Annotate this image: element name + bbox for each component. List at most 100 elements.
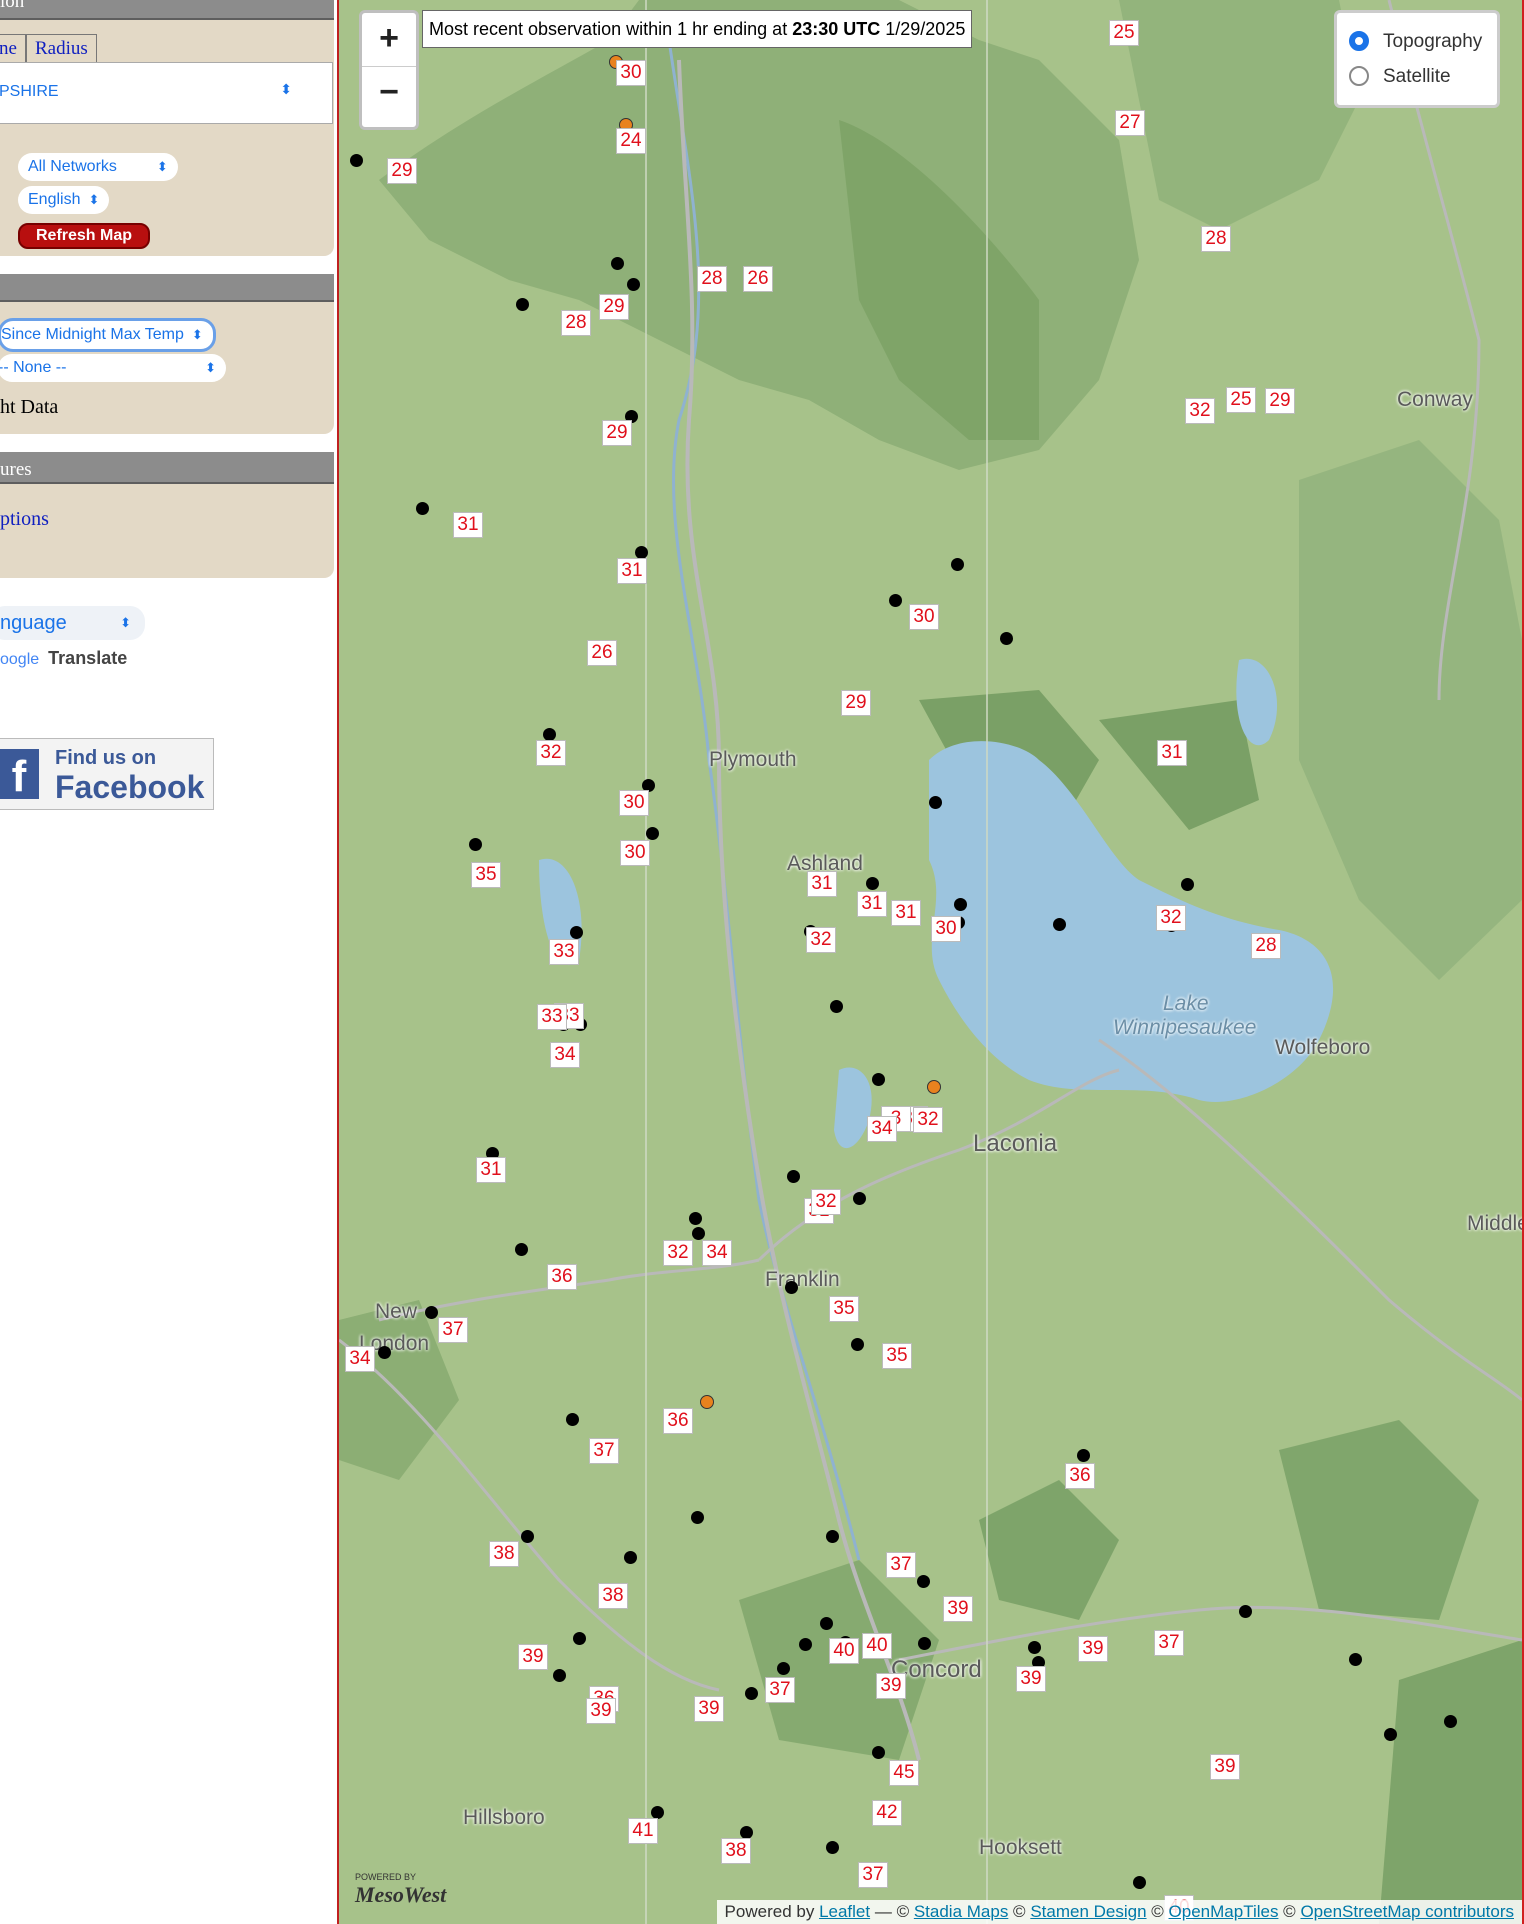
station-marker[interactable] [689,1212,702,1225]
station-temp-label[interactable]: 38 [489,1541,519,1567]
topography-label[interactable]: Topography [1383,31,1482,53]
station-temp-label[interactable]: 29 [841,690,871,716]
station-temp-label[interactable]: 39 [1210,1754,1240,1780]
station-temp-label[interactable]: 30 [616,60,646,86]
station-marker[interactable] [425,1306,438,1319]
station-marker[interactable] [416,502,429,515]
station-temp-label[interactable]: 34 [867,1116,897,1142]
station-temp-label[interactable]: 39 [694,1696,724,1722]
station-temp-label[interactable]: 31 [857,891,887,917]
station-marker[interactable] [1239,1605,1252,1618]
station-temp-label[interactable]: 28 [1201,226,1231,252]
station-marker[interactable] [378,1346,391,1359]
zoom-in-button[interactable]: + [362,13,416,67]
station-marker[interactable] [889,594,902,607]
station-marker[interactable] [553,1669,566,1682]
station-marker[interactable] [691,1511,704,1524]
station-marker[interactable] [1181,878,1194,891]
station-marker[interactable] [700,1395,714,1409]
leaflet-link[interactable]: Leaflet [819,1902,870,1921]
station-temp-label[interactable]: 30 [931,916,961,942]
stamen-link[interactable]: Stamen Design [1030,1902,1146,1921]
station-marker[interactable] [820,1617,833,1630]
tab-radius[interactable]: Radius [26,34,97,64]
station-temp-label[interactable]: 39 [876,1673,906,1699]
station-temp-label[interactable]: 31 [476,1157,506,1183]
station-temp-label[interactable]: 26 [587,640,617,666]
station-temp-label[interactable]: 29 [599,294,629,320]
station-temp-label[interactable]: 39 [518,1644,548,1670]
station-temp-label[interactable]: 32 [913,1107,943,1133]
station-temp-label[interactable]: 29 [1265,388,1295,414]
station-marker[interactable] [1053,918,1066,931]
facebook-badge[interactable]: f Find us on Facebook [0,738,214,810]
station-temp-label[interactable]: 28 [697,266,727,292]
station-temp-label[interactable]: 35 [471,862,501,888]
station-marker[interactable] [917,1575,930,1588]
station-marker[interactable] [624,1551,637,1564]
zoom-out-button[interactable]: − [362,67,416,120]
tab-state[interactable]: ne [0,34,26,64]
station-temp-label[interactable]: 31 [807,871,837,897]
station-temp-label[interactable]: 26 [743,266,773,292]
station-temp-label[interactable]: 35 [829,1296,859,1322]
station-temp-label[interactable]: 37 [589,1438,619,1464]
station-temp-label[interactable]: 29 [602,420,632,446]
openmaptiles-link[interactable]: OpenMapTiles [1169,1902,1279,1921]
station-temp-label[interactable]: 33 [537,1004,567,1030]
station-marker[interactable] [1077,1449,1090,1462]
station-temp-label[interactable]: 32 [1185,398,1215,424]
station-temp-label[interactable]: 37 [438,1317,468,1343]
station-temp-label[interactable]: 31 [1157,740,1187,766]
station-temp-label[interactable]: 25 [1109,20,1139,46]
station-temp-label[interactable]: 39 [943,1596,973,1622]
station-temp-label[interactable]: 34 [702,1240,732,1266]
station-temp-label[interactable]: 39 [586,1698,616,1724]
station-marker[interactable] [866,877,879,890]
station-temp-label[interactable]: 30 [909,604,939,630]
station-marker[interactable] [573,1632,586,1645]
station-temp-label[interactable]: 37 [1154,1630,1184,1656]
station-temp-label[interactable]: 36 [547,1264,577,1290]
station-temp-label[interactable]: 28 [1251,933,1281,959]
station-marker[interactable] [872,1746,885,1759]
station-marker[interactable] [646,827,659,840]
options-link[interactable]: ptions [0,508,49,531]
station-marker[interactable] [1028,1641,1041,1654]
station-temp-label[interactable]: 36 [1065,1463,1095,1489]
station-temp-label[interactable]: 32 [811,1189,841,1215]
satellite-label[interactable]: Satellite [1383,66,1451,88]
station-temp-label[interactable]: 30 [619,790,649,816]
stadia-link[interactable]: Stadia Maps [914,1902,1009,1921]
station-temp-label[interactable]: 32 [536,740,566,766]
station-marker[interactable] [830,1000,843,1013]
station-marker[interactable] [515,1243,528,1256]
osm-link[interactable]: OpenStreetMap contributors [1300,1902,1514,1921]
station-marker[interactable] [787,1170,800,1183]
station-temp-label[interactable]: 39 [1078,1636,1108,1662]
station-temp-label[interactable]: 28 [561,310,591,336]
station-marker[interactable] [853,1192,866,1205]
station-marker[interactable] [951,558,964,571]
station-temp-label[interactable]: 25 [1226,387,1256,413]
station-temp-label[interactable]: 31 [453,512,483,538]
station-temp-label[interactable]: 38 [598,1583,628,1609]
station-marker[interactable] [1384,1728,1397,1741]
station-temp-label[interactable]: 27 [1115,110,1145,136]
station-marker[interactable] [521,1530,534,1543]
station-temp-label[interactable]: 31 [891,900,921,926]
station-marker[interactable] [1000,632,1013,645]
station-temp-label[interactable]: 30 [620,840,650,866]
station-temp-label[interactable]: 32 [663,1240,693,1266]
topography-radio[interactable] [1349,31,1369,51]
station-temp-label[interactable]: 37 [858,1862,888,1888]
station-marker[interactable] [918,1637,931,1650]
station-marker[interactable] [872,1073,885,1086]
station-marker[interactable] [745,1687,758,1700]
station-marker[interactable] [350,154,363,167]
station-temp-label[interactable]: 31 [617,558,647,584]
station-marker[interactable] [570,926,583,939]
map[interactable]: Plymouth Ashland Lake Winnipesaukee Wolf… [337,0,1524,1924]
station-marker[interactable] [469,838,482,851]
station-temp-label[interactable]: 36 [663,1408,693,1434]
